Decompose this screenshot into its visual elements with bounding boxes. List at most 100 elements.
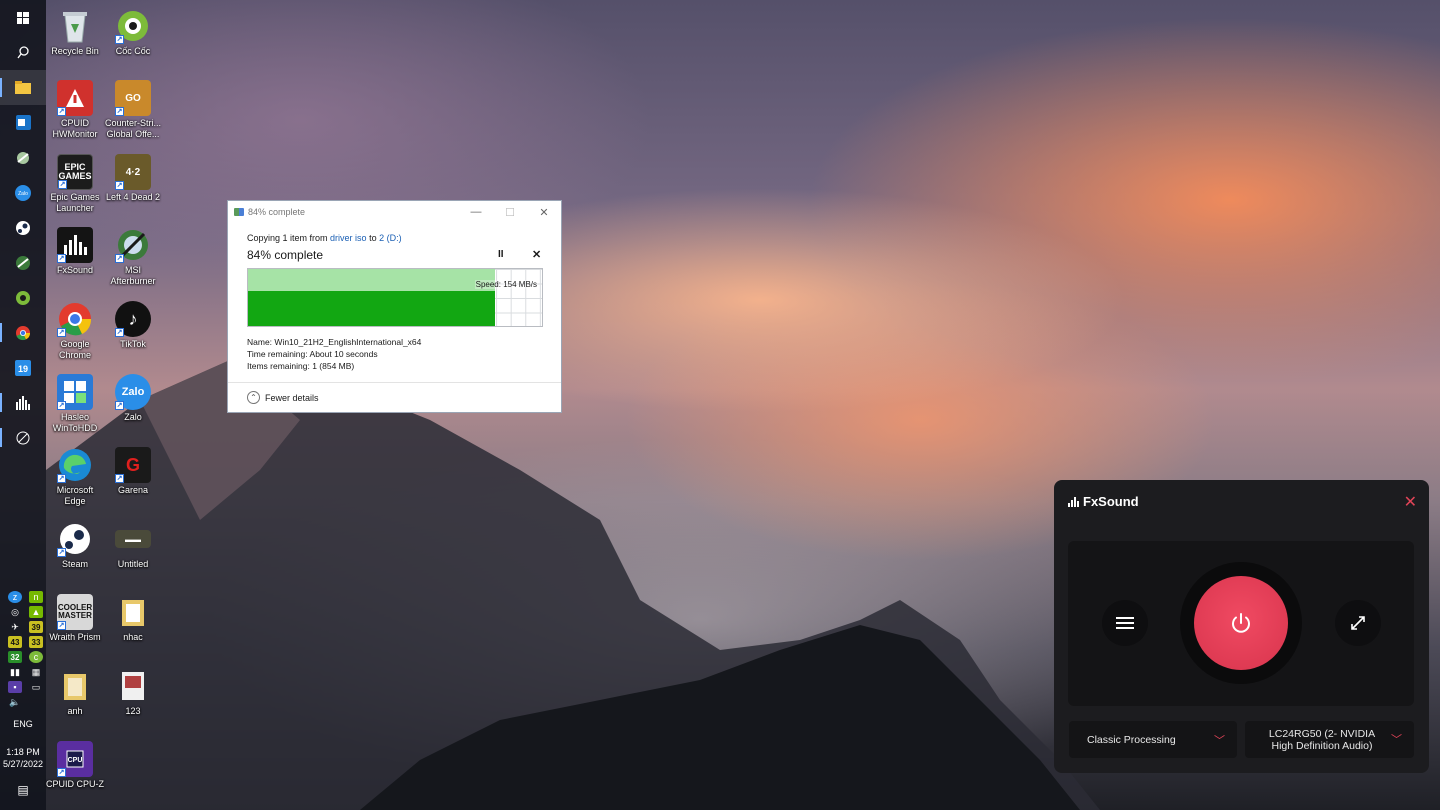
fxsound-header: FxSound	[1068, 494, 1139, 509]
items-value: 1 (854 MB)	[312, 361, 355, 371]
start-button[interactable]	[0, 0, 46, 35]
source-link[interactable]: driver iso	[330, 233, 367, 243]
desktop-icon-left4dead2[interactable]: 4·2 ↗ Left 4 Dead 2	[104, 154, 162, 203]
taskbar-calendar[interactable]: 19	[0, 350, 46, 385]
folder-icon	[15, 81, 31, 94]
cancel-copy-button[interactable]: ✕	[532, 248, 541, 261]
desktop-icon-fxsound[interactable]: ↗ FxSound	[46, 227, 104, 276]
taskbar-file-explorer[interactable]	[0, 70, 46, 105]
system-tray: z n ◎ ▲ ✈ 39 43 33 32 c ▮▮ ▦ ▪ ▭ 🔈 ENG 1…	[0, 591, 46, 810]
desktop-icon-wraith-prism[interactable]: COOLER MASTER ↗ Wraith Prism	[46, 594, 104, 643]
temp-tray-icon[interactable]: 43	[8, 636, 22, 648]
plane-tray-icon[interactable]: ✈	[8, 621, 22, 633]
desktop-icon-msi-afterburner[interactable]: ↗ MSI Afterburner	[104, 227, 162, 287]
preset-dropdown[interactable]: Classic Processing ﹀	[1069, 721, 1237, 758]
gpu-tray-icon[interactable]: ▲	[29, 606, 43, 618]
desktop-icon-epic-games[interactable]: EPIC GAMES ↗ Epic Games Launcher	[46, 154, 104, 214]
desktop-icon-edge[interactable]: ↗ Microsoft Edge	[46, 447, 104, 507]
desktop-icon-chrome[interactable]: ↗ Google Chrome	[46, 301, 104, 361]
power-icon	[1232, 613, 1250, 633]
windows-icon	[17, 11, 29, 24]
clock[interactable]: 1:18 PM 5/27/2022	[0, 746, 46, 770]
temp-tray-icon[interactable]: 33	[29, 636, 43, 648]
taskbar-afterburner[interactable]	[0, 245, 46, 280]
steam-icon	[16, 220, 30, 235]
desktop-icon-tiktok[interactable]: ♪ ↗ TikTok	[104, 301, 162, 350]
temp-tray-icon[interactable]: 39	[29, 621, 43, 633]
minimize-button[interactable]: —	[459, 206, 493, 219]
fxsound-expand-button[interactable]	[1335, 600, 1381, 646]
search-button[interactable]	[0, 35, 46, 70]
satellite-tray-icon[interactable]: ◎	[8, 606, 22, 618]
volume-icon[interactable]: 🔈	[8, 696, 22, 708]
hamburger-icon	[1116, 622, 1134, 624]
search-icon	[16, 46, 29, 59]
close-button[interactable]: ✕	[527, 206, 561, 219]
pause-button[interactable]: II	[498, 249, 504, 260]
nvidia-tray-icon[interactable]: n	[29, 591, 43, 603]
notification-icon[interactable]: ▤	[0, 784, 46, 810]
hasleo-icon	[64, 381, 86, 403]
transfer-speed-graph: Speed: 154 MB/s	[247, 268, 543, 327]
garena-icon: G	[125, 454, 140, 475]
power-button[interactable]	[1194, 576, 1288, 670]
taskbar-app[interactable]	[0, 140, 46, 175]
fxsound-close-icon[interactable]: ✕	[1404, 492, 1417, 512]
left4dead2-icon: 4·2	[125, 166, 141, 178]
fxsound-icon	[64, 235, 87, 255]
desktop-icon-anh[interactable]: anh	[46, 668, 104, 717]
copy-icon	[234, 208, 244, 216]
output-device-value: LC24RG50 (2- NVIDIA High Definition Audi…	[1268, 727, 1376, 752]
desktop-icon-hasleo[interactable]: ↗ Hasleo WinToHDD	[46, 374, 104, 434]
desktop-icon-123[interactable]: 123	[104, 668, 162, 717]
chrome-icon	[16, 325, 30, 340]
desktop-icon-cpuz[interactable]: CPU ↗ CPUID CPU-Z	[46, 741, 104, 790]
speed-label: Speed: 154 MB/s	[474, 280, 538, 289]
desktop-icon-garena[interactable]: G ↗ Garena	[104, 447, 162, 496]
fewer-details-button[interactable]: ⌃ Fewer details	[247, 391, 319, 404]
taskbar-zalo[interactable]: Zalo	[0, 175, 46, 210]
fxsound-logo-icon	[1068, 496, 1079, 507]
zalo-tray-icon[interactable]: z	[8, 591, 22, 603]
preset-value: Classic Processing	[1087, 733, 1176, 746]
copy-details: Name: Win10_21H2_EnglishInternational_x6…	[247, 336, 421, 372]
desktop-icon-coccoc[interactable]: ↗ Cốc Cốc	[104, 8, 162, 57]
fxsound-tray-icon[interactable]: ▮▮	[8, 666, 22, 678]
output-device-dropdown[interactable]: LC24RG50 (2- NVIDIA High Definition Audi…	[1245, 721, 1414, 758]
desktop-icon-untitled[interactable]: ▬▬ Untitled	[104, 521, 162, 570]
copy-description: Copying 1 item from driver iso to 2 (D:)	[247, 233, 402, 243]
dialog-titlebar[interactable]: 84% complete — ☐ ✕	[228, 201, 561, 223]
copy-progress-dialog: 84% complete — ☐ ✕ Copying 1 item from d…	[227, 200, 562, 413]
taskbar: Zalo 19 z n ◎ ▲ ✈ 39 43 33 32 c ▮▮ ▦ ▪ ▭…	[0, 0, 46, 810]
desktop-icon-nhac[interactable]: nhac	[104, 594, 162, 643]
coccoc-tray-icon[interactable]: c	[29, 651, 43, 663]
fewer-details-label: Fewer details	[265, 392, 319, 403]
taskbar-outlook[interactable]	[0, 105, 46, 140]
desktop-icon-steam[interactable]: ↗ Steam	[46, 521, 104, 570]
desktop-icon-hwmonitor[interactable]: ↗ CPUID HWMonitor	[46, 80, 104, 140]
epic-games-icon: EPIC GAMES	[58, 162, 92, 181]
items-label: Items remaining:	[247, 361, 310, 371]
speed-area	[248, 290, 495, 326]
fxsound-menu-button[interactable]	[1102, 600, 1148, 646]
expand-icon	[1351, 616, 1365, 630]
taskbar-coccoc[interactable]	[0, 280, 46, 315]
windows-tray-icon[interactable]: ▦	[29, 666, 43, 678]
desktop-icon-recycle-bin[interactable]: Recycle Bin	[46, 8, 104, 57]
screen-tray-icon[interactable]: ▪	[8, 681, 22, 693]
taskbar-fxsound[interactable]	[0, 385, 46, 420]
temp-tray-icon[interactable]: 32	[8, 651, 22, 663]
folder-icon	[122, 600, 144, 626]
taskbar-chrome[interactable]	[0, 315, 46, 350]
clock-time: 1:18 PM	[6, 747, 40, 757]
desktop-icon-zalo[interactable]: Zalo ↗ Zalo	[104, 374, 162, 423]
taskbar-satellite[interactable]	[0, 420, 46, 455]
clock-date: 5/27/2022	[2, 759, 44, 769]
language-indicator[interactable]: ENG	[0, 718, 46, 730]
maximize-button[interactable]: ☐	[493, 206, 527, 219]
destination-link[interactable]: 2 (D:)	[379, 233, 402, 243]
taskbar-steam[interactable]	[0, 210, 46, 245]
chevron-down-icon: ﹀	[1391, 733, 1402, 746]
desktop-icon-csgo[interactable]: GO ↗ Counter-Stri... Global Offe...	[104, 80, 162, 140]
display-tray-icon[interactable]: ▭	[29, 681, 43, 693]
